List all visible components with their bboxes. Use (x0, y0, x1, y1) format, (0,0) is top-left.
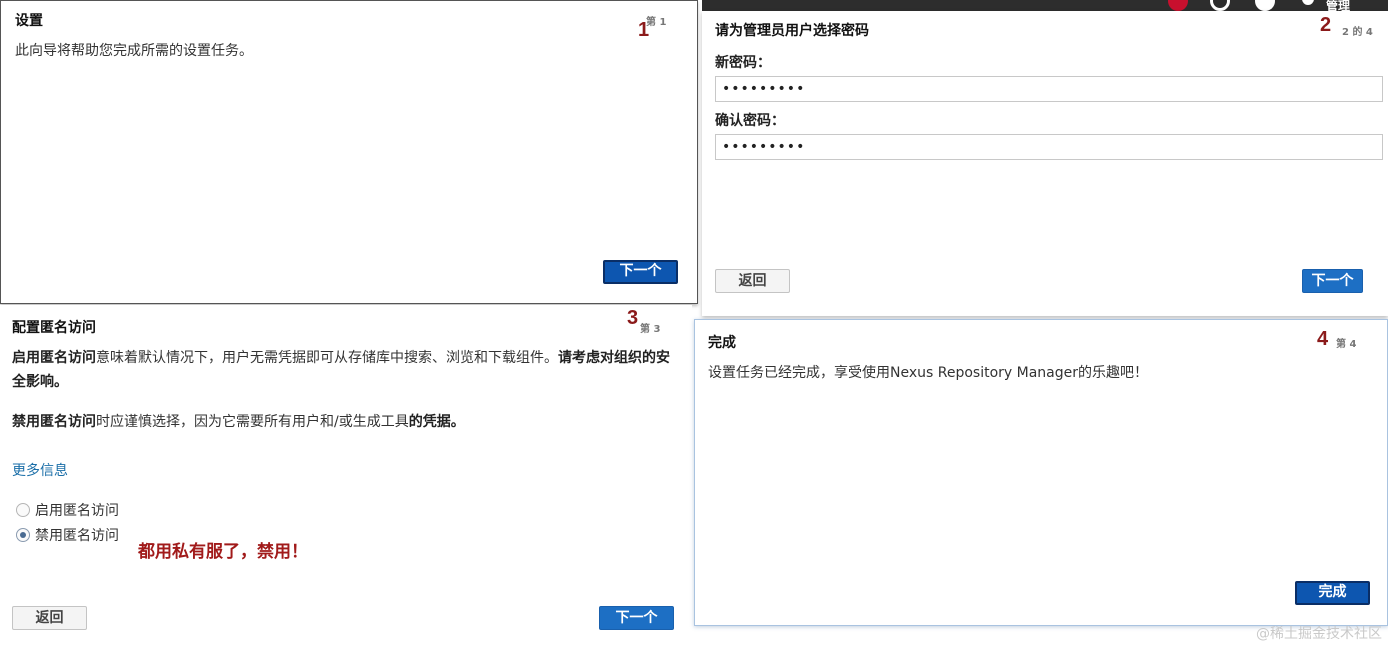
watermark: @稀土掘金技术社区 (1256, 626, 1382, 642)
user-icon[interactable] (1302, 0, 1314, 5)
back-button[interactable]: 返回 (12, 606, 87, 630)
new-password-label: 新密码： (715, 55, 771, 71)
step-label: 第 4 (1336, 339, 1357, 350)
page-title: 完成 (708, 335, 736, 351)
step-number-annotation: 4 (1317, 328, 1329, 350)
alert-icon[interactable] (1168, 0, 1188, 11)
step-label: 2 的 4 (1342, 27, 1373, 38)
next-button[interactable]: 下一个 (1302, 269, 1363, 293)
new-password-field[interactable]: ••••••••• (715, 76, 1383, 102)
radio-enable-anonymous[interactable]: 启用匿名访问 (16, 500, 119, 520)
step-label: 第 3 (640, 324, 661, 335)
text: 时应谨慎选择，因为它需要所有用户和/或生成工具 (96, 414, 409, 430)
handwritten-annotation: 都用私有服了，禁用！ (138, 542, 308, 562)
wizard-step-1-panel: 设置 第 1 1 此向导将帮助您完成所需的设置任务。 下一个 (0, 0, 698, 304)
page-title: 配置匿名访问 (12, 320, 96, 336)
text: 意味着默认情况下，用户无需凭据即可从存储库中搜索、浏览和下载组件。 (96, 350, 558, 366)
toolbar-user-label[interactable]: 管理 (1326, 0, 1350, 11)
page-title: 请为管理员用户选择密码 (715, 23, 869, 39)
help-icon[interactable] (1255, 0, 1275, 11)
step-number-annotation: 2 (1320, 14, 1332, 36)
radio-disable-anonymous[interactable]: 禁用匿名访问 (16, 525, 119, 545)
completion-message: 设置任务已经完成，享受使用Nexus Repository Manager的乐趣… (708, 365, 1149, 381)
radio-label: 禁用匿名访问 (35, 528, 119, 544)
bold-text: 的凭据。 (408, 414, 465, 430)
confirm-password-label: 确认密码： (715, 113, 785, 129)
back-button[interactable]: 返回 (715, 269, 790, 293)
anonymous-access-disable-description: 禁用匿名访问时应谨慎选择，因为它需要所有用户和/或生成工具的凭据。 (12, 410, 674, 434)
radio-button[interactable] (16, 503, 30, 517)
bold-text: 启用匿名访问 (12, 350, 96, 366)
wizard-step-2-panel: 请为管理员用户选择密码 2 2 的 4 新密码： ••••••••• 确认密码：… (702, 11, 1388, 316)
step-number-annotation: 1 (638, 19, 650, 41)
confirm-password-field[interactable]: ••••••••• (715, 134, 1383, 160)
refresh-icon[interactable] (1210, 0, 1230, 11)
finish-button[interactable]: 完成 (1295, 581, 1370, 605)
more-info-link[interactable]: 更多信息 (12, 460, 68, 480)
step-number-annotation: 3 (627, 307, 639, 329)
wizard-collage: 设置 第 1 1 此向导将帮助您完成所需的设置任务。 下一个 管理 请为管理员用… (0, 0, 1388, 649)
anonymous-access-enable-description: 启用匿名访问意味着默认情况下，用户无需凭据即可从存储库中搜索、浏览和下载组件。请… (12, 346, 674, 394)
page-title: 设置 (15, 13, 43, 29)
wizard-step-3-panel: 配置匿名访问 3 第 3 启用匿名访问意味着默认情况下，用户无需凭据即可从存储库… (0, 305, 692, 649)
bold-text: 禁用匿名访问 (12, 414, 96, 430)
app-toolbar: 管理 (702, 0, 1388, 11)
next-button[interactable]: 下一个 (599, 606, 674, 630)
radio-label: 启用匿名访问 (35, 503, 119, 519)
next-button[interactable]: 下一个 (603, 260, 678, 284)
wizard-step-4-panel: 完成 4 第 4 设置任务已经完成，享受使用Nexus Repository M… (694, 319, 1388, 626)
radio-button-selected[interactable] (16, 528, 30, 542)
step-description: 此向导将帮助您完成所需的设置任务。 (15, 43, 253, 59)
